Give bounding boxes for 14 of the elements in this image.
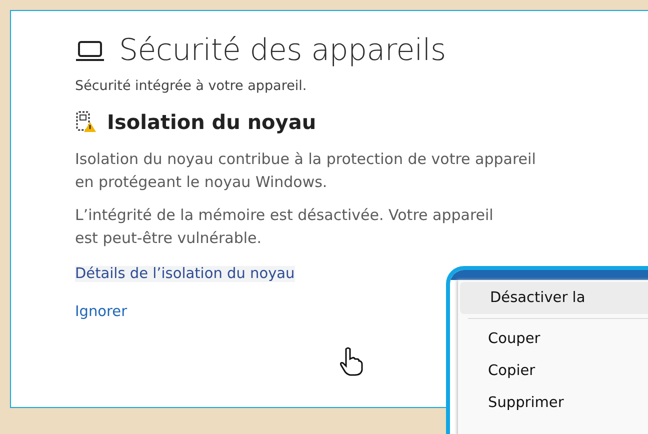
page-subtitle: Sécurité intégrée à votre appareil. <box>75 78 308 94</box>
chip-warning-icon <box>75 111 97 133</box>
link[interactable]: Ignorer <box>75 304 128 320</box>
menu-item[interactable]: Couper <box>458 323 648 355</box>
link[interactable]: Détails de l’isolation du noyau <box>75 266 295 282</box>
menu-item[interactable]: Désactiver la <box>460 282 648 314</box>
menu-item[interactable]: Supprimer <box>458 387 648 419</box>
section-heading: Isolation du noyau <box>107 110 316 134</box>
section-description: Isolation du noyau contribue à la protection de votre appareil en protégeant le noyau Windows. <box>75 149 537 193</box>
page-title: Sécurité des appareils <box>119 33 446 68</box>
status-text: L’intégrité de la mémoire est désactivée. Votre appareil est peut-être vulnérable. <box>75 205 494 249</box>
hand-cursor-icon <box>339 347 363 377</box>
laptop-icon <box>75 40 105 62</box>
menu-item[interactable]: Copier <box>458 355 648 387</box>
